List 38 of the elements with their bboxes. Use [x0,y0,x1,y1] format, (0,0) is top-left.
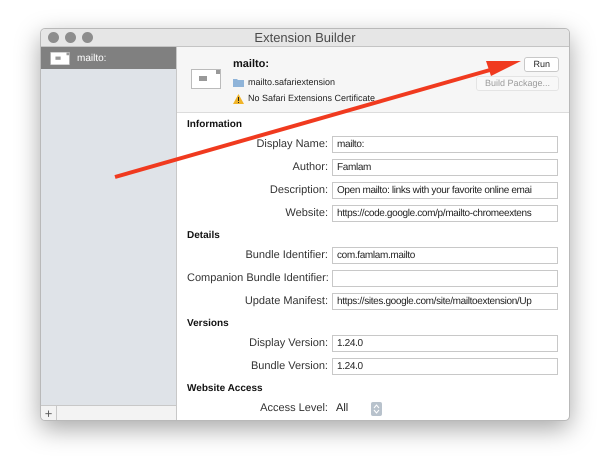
field-label: Companion Bundle Identifier: [187,271,330,286]
text-field[interactable]: https://code.google.com/p/mailto-chromeextens [332,205,558,222]
text-field[interactable]: mailto: [332,136,558,153]
field-label: Access Level: [259,401,329,416]
stepper-icon [371,402,382,416]
window-control[interactable] [65,32,76,43]
section-heading: Details [187,229,221,243]
field-label: Bundle Identifier: [244,248,329,264]
text-field[interactable]: Famlam [332,159,558,176]
text-field[interactable]: https://sites.google.com/site/mailtoextension/Up [332,293,558,310]
document-icon [49,52,71,64]
window-control[interactable] [82,32,93,43]
field-label: Website: [284,206,329,222]
text-field[interactable] [332,270,558,287]
extension-name: mailto: [233,57,270,72]
field-label: Description: [268,183,329,198]
window-title: Extension Builder [254,29,356,47]
file-name: mailto.safariextension [248,76,336,88]
field-label: Display Version: [248,336,329,352]
text-field[interactable]: Open mailto: links with your favorite online emai [332,182,558,199]
add-button[interactable]: + [41,406,57,420]
folder-icon [233,78,244,87]
section-heading: Website Access [187,382,264,396]
text-field[interactable]: 1.24.0 [332,358,558,375]
field-label: Author: [292,160,329,176]
sidebar-item[interactable]: mailto: [41,47,176,69]
text-field[interactable]: 1.24.0 [332,335,558,352]
document-icon [191,69,221,89]
warning-text: No Safari Extensions Certificate [248,92,376,105]
window-control[interactable] [48,32,59,43]
field-label: Display Name: [255,137,329,152]
text-field[interactable]: com.famlam.mailto [332,247,558,264]
section-heading: Information [187,118,243,132]
toolbar-button[interactable]: Run [524,57,559,72]
warning-icon [233,94,244,104]
section-heading: Versions [187,317,230,331]
field-label: Bundle Version: [250,359,329,374]
field-label: Update Manifest: [244,294,329,310]
